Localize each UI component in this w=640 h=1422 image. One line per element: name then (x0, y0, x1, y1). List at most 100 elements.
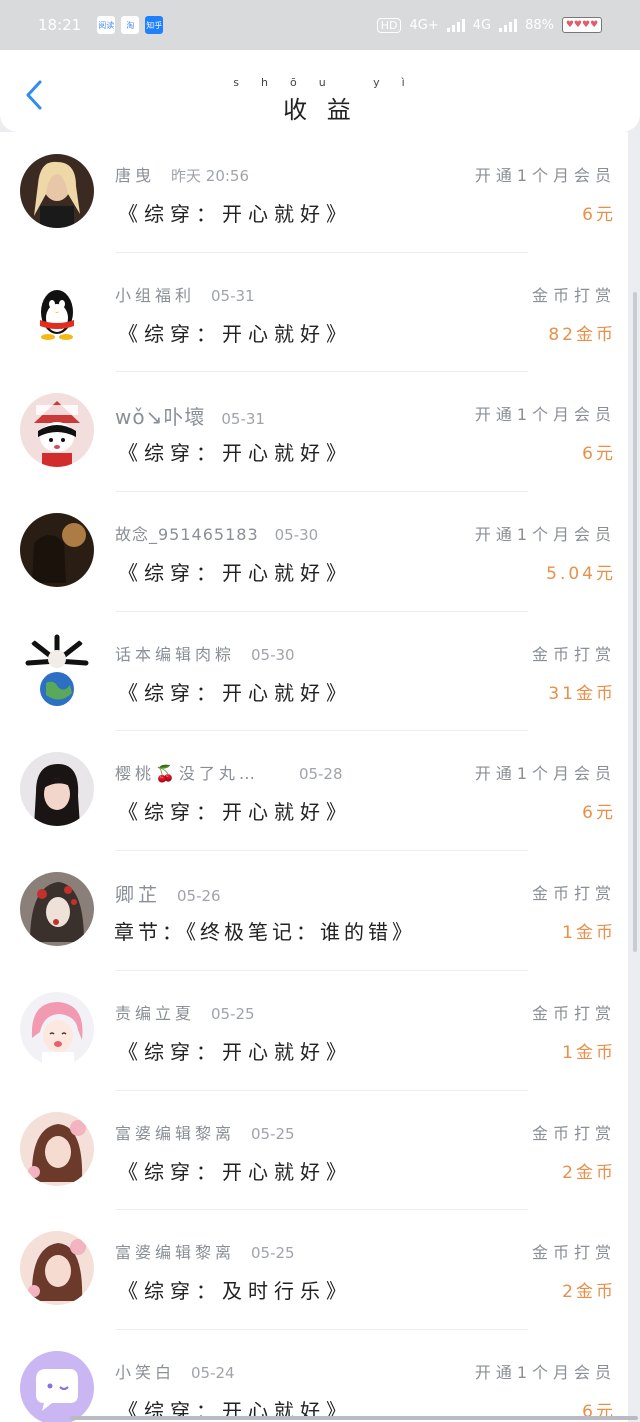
list-item[interactable]: 故念_951465183 05-30 《综穿：开心就好》 开通1个月会员 5.0… (0, 491, 628, 611)
earning-amount: 31金币 (548, 683, 616, 704)
list-item[interactable]: 责编立夏 05-25 《综穿：开心就好》 金币打赏 1金币 (0, 969, 628, 1090)
avatar (20, 393, 94, 468)
network-label-1: 4G+ (409, 17, 439, 33)
page-header: shōu yì 收 益 (0, 50, 640, 132)
earning-amount: 6元 (582, 803, 616, 824)
scrollbar-thumb[interactable] (633, 292, 637, 952)
date: 05-31 (211, 286, 255, 305)
signal-icon (446, 18, 465, 32)
earning-amount: 1金币 (562, 1042, 616, 1063)
name-line: 樱桃🍒没了丸… 05-28 (115, 760, 343, 784)
list-item[interactable]: 小笑白 05-24 《综穿：开心就好》 开通1个月会员 6元 (0, 1328, 628, 1422)
date: 05-24 (191, 1363, 235, 1382)
taobao-app-icon: 淘 (121, 16, 140, 34)
scrollbar[interactable] (628, 132, 640, 952)
earning-type: 金币打赏 (531, 285, 616, 305)
list-item[interactable]: 樱桃🍒没了丸… 05-28 《综穿：开心就好》 开通1个月会员 6元 (0, 730, 628, 850)
book-title: 《综穿：及时行乐》 (118, 1279, 352, 1304)
book-title: 《综穿：开心就好》 (118, 561, 352, 586)
name-line: 富婆编辑黎离 05-25 (115, 1120, 295, 1144)
name-line: 故念_951465183 05-30 (115, 521, 318, 545)
avatar (20, 991, 94, 1066)
user-name: 唐曳 (115, 166, 156, 185)
list-item[interactable]: 卿芷 05-26 章节：《终极笔记：谁的错》 金币打赏 1金币 (0, 850, 628, 970)
avatar (20, 513, 94, 588)
date: 05-25 (211, 1004, 255, 1023)
status-indicators: HD 4G+ 4G 88% ♥♥♥♥ (376, 17, 602, 33)
page-title-pinyin: shōu yì (233, 76, 427, 89)
earning-amount: 6元 (582, 444, 616, 465)
status-time: 18:21 (38, 16, 82, 34)
earning-amount: 2金币 (562, 1162, 616, 1183)
earning-amount: 5.04元 (546, 564, 616, 585)
user-name: 故念_951465183 (115, 525, 259, 545)
date: 05-28 (298, 765, 343, 784)
earning-type: 金币打赏 (531, 884, 616, 904)
date: 05-26 (177, 887, 221, 906)
user-name: 责编立夏 (115, 1003, 196, 1023)
avatar (20, 154, 94, 228)
avatar (20, 872, 94, 947)
date: 05-30 (251, 645, 295, 664)
zhihu-app-icon: 知乎 (145, 16, 164, 34)
list-item[interactable]: wǒ↘卟壞 05-31 《综穿：开心就好》 开通1个月会员 6元 (0, 371, 628, 491)
name-line: 富婆编辑黎离 05-25 (115, 1239, 295, 1263)
date: 05-25 (251, 1124, 295, 1143)
date: 昨天 20:56 (171, 167, 250, 185)
user-name: 富婆编辑黎离 (115, 1123, 236, 1143)
page-title: 收 益 (283, 96, 357, 124)
book-title: 《综穿：开心就好》 (118, 800, 352, 825)
name-line: 小组福利 05-31 (115, 282, 255, 306)
book-title: 《综穿：开心就好》 (118, 202, 352, 226)
avatar (20, 752, 94, 827)
date: 05-31 (221, 410, 265, 429)
earnings-list: 唐曳 昨天 20:56 《综穿：开心就好》 开通1个月会员 6元 小组福利 05… (0, 132, 628, 1422)
book-title: 《综穿：开心就好》 (118, 1039, 352, 1064)
list-item[interactable]: 唐曳 昨天 20:56 《综穿：开心就好》 开通1个月会员 6元 (0, 132, 628, 252)
book-title: 《综穿：开心就好》 (118, 321, 352, 346)
avatar (20, 1111, 94, 1186)
earning-amount: 1金币 (562, 923, 616, 944)
earning-type: 开通1个月会员 (474, 405, 616, 425)
name-line: 小笑白 05-24 (115, 1359, 235, 1383)
list-item[interactable]: 富婆编辑黎离 05-25 《综穿：及时行乐》 金币打赏 2金币 (0, 1209, 628, 1329)
list-item[interactable]: 话本编辑肉粽 05-30 《综穿：开心就好》 金币打赏 31金币 (0, 610, 628, 731)
name-line: wǒ↘卟壞 05-31 (115, 401, 265, 430)
name-line: 责编立夏 05-25 (115, 1000, 255, 1024)
user-name: 小组福利 (115, 285, 196, 305)
name-line: 唐曳 昨天 20:56 (115, 162, 249, 186)
status-bar: 18:21 阅读 淘 知乎 HD 4G+ 4G 88% ♥♥♥♥ (0, 0, 640, 50)
hd-icon: HD (376, 17, 402, 33)
earning-type: 开通1个月会员 (474, 166, 616, 185)
list-item[interactable]: 小组福利 05-31 《综穿：开心就好》 金币打赏 82金币 (0, 251, 628, 372)
earning-type: 金币打赏 (531, 1123, 616, 1143)
earning-type: 金币打赏 (531, 1243, 616, 1263)
earning-amount: 82金币 (548, 324, 616, 345)
date: 05-30 (274, 526, 319, 545)
earning-amount: 2金币 (562, 1282, 616, 1303)
user-name: wǒ↘卟壞 (115, 405, 206, 430)
avatar (20, 1350, 94, 1422)
avatar (20, 1231, 94, 1306)
list-item[interactable]: 富婆编辑黎离 05-25 《综穿：开心就好》 金币打赏 2金币 (0, 1089, 628, 1210)
date: 05-25 (251, 1244, 295, 1263)
earning-type: 开通1个月会员 (474, 764, 616, 784)
book-title: 《综穿：开心就好》 (118, 1159, 352, 1184)
earning-type: 开通1个月会员 (474, 1362, 616, 1382)
name-line: 话本编辑肉粽 05-30 (115, 641, 295, 665)
reader-app-icon: 阅读 (97, 16, 116, 34)
user-name: 卿芷 (115, 884, 162, 907)
battery-percent: 88% (525, 17, 554, 33)
user-name: 小笑白 (115, 1362, 176, 1382)
book-title: 《综穿：开心就好》 (118, 680, 352, 705)
book-title: 《综穿：开心就好》 (118, 441, 352, 466)
avatar (20, 273, 94, 348)
battery-icon: ♥♥♥♥ (562, 17, 602, 33)
signal-icon-2 (499, 18, 518, 32)
gesture-bar[interactable] (70, 1416, 638, 1420)
earning-type: 金币打赏 (531, 1003, 616, 1023)
network-label-2: 4G (472, 17, 492, 33)
earning-type: 金币打赏 (531, 644, 616, 664)
avatar (20, 632, 94, 707)
name-line: 卿芷 05-26 (115, 880, 221, 907)
